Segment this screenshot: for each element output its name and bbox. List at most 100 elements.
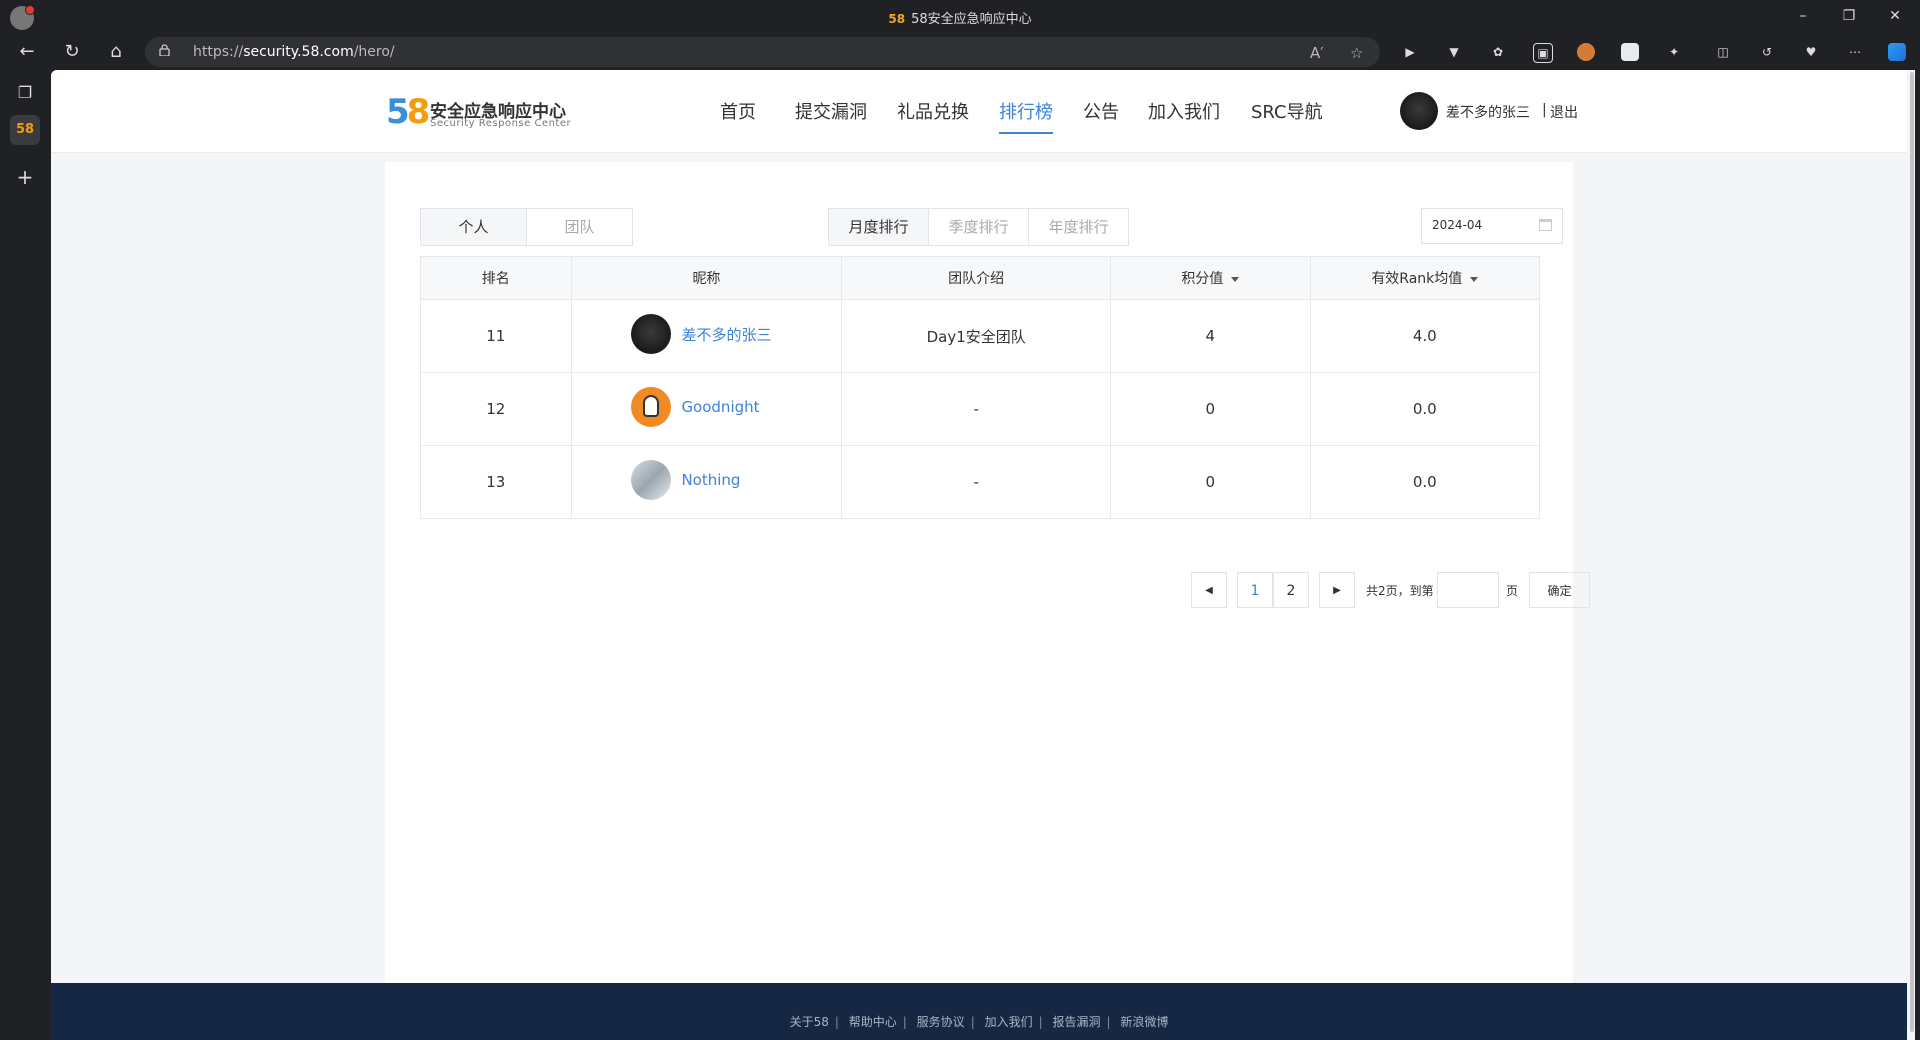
footer-link-about[interactable]: 关于58 bbox=[790, 1015, 829, 1029]
minimize-icon[interactable]: – bbox=[1780, 0, 1826, 34]
favorite-star-icon[interactable]: ☆ bbox=[1350, 44, 1363, 62]
team-cell: - bbox=[841, 372, 1112, 446]
table-row: 12 Goodnight - 0 0.0 bbox=[420, 372, 1541, 446]
nav-announcements[interactable]: 公告 bbox=[1083, 98, 1119, 124]
avatar[interactable] bbox=[1400, 92, 1438, 130]
tab-yearly[interactable]: 年度排行 bbox=[1029, 209, 1128, 245]
logo-subtitle: Security Response Center bbox=[430, 118, 572, 129]
footer-separator: | bbox=[1106, 1015, 1111, 1029]
page-1-button[interactable]: 1 bbox=[1237, 572, 1273, 608]
footer-link-help[interactable]: 帮助中心 bbox=[849, 1015, 897, 1029]
extension-card-icon[interactable] bbox=[1621, 43, 1639, 61]
table-row: 13 Nothing - 0 0.0 bbox=[420, 445, 1541, 519]
next-page-icon[interactable]: ▶ bbox=[1319, 572, 1355, 608]
browser-essentials-icon[interactable]: ♥ bbox=[1802, 43, 1820, 61]
more-menu-icon[interactable]: ⋯ bbox=[1846, 43, 1864, 61]
footer-separator: | bbox=[970, 1015, 975, 1029]
footer-link-join[interactable]: 加入我们 bbox=[985, 1015, 1033, 1029]
nickname-link[interactable]: Nothing bbox=[681, 471, 740, 489]
user-name[interactable]: 差不多的张三 bbox=[1446, 102, 1530, 122]
user-separator: | bbox=[1542, 102, 1547, 118]
nav-home[interactable]: 首页 bbox=[720, 98, 756, 124]
nickname-link[interactable]: 差不多的张三 bbox=[681, 324, 771, 345]
window-title: 58 58安全应急响应中心 bbox=[0, 8, 1920, 27]
browser-title-bar: 58 58安全应急响应中心 – ❐ ✕ bbox=[0, 0, 1920, 34]
nav-active-underline bbox=[999, 132, 1053, 134]
page-scrollbar[interactable] bbox=[1907, 70, 1915, 1040]
close-icon[interactable]: ✕ bbox=[1872, 0, 1918, 34]
restore-icon[interactable]: ❐ bbox=[1826, 0, 1872, 34]
sort-caret-icon[interactable] bbox=[1470, 276, 1479, 282]
ranking-table: 排名 昵称 团队介绍 积分值 有效Rank均值 11 差不多的张三 Day1安全… bbox=[420, 256, 1541, 519]
tab-quarterly[interactable]: 季度排行 bbox=[929, 209, 1029, 245]
tab-title: 58安全应急响应中心 bbox=[911, 12, 1032, 27]
site-footer: 关于58 | 帮助中心 | 服务协议 | 加入我们 | 报告漏洞 | 新浪微博 bbox=[51, 983, 1907, 1040]
extensions-puzzle-icon[interactable]: ✦ bbox=[1665, 43, 1683, 61]
play-icon[interactable]: ▶ bbox=[1401, 43, 1419, 61]
col-team-intro: 团队介绍 bbox=[841, 256, 1112, 300]
team-cell: Day1安全团队 bbox=[841, 299, 1112, 373]
address-bar[interactable]: https://security.58.com/hero/ A′ ☆ bbox=[145, 37, 1380, 67]
active-tab-favicon[interactable]: 58 bbox=[10, 115, 40, 145]
page-2-button[interactable]: 2 bbox=[1273, 572, 1309, 608]
page-viewport: 58 安全应急响应中心 Security Response Center 首页 … bbox=[51, 70, 1915, 1040]
avg-rank-cell: 0.0 bbox=[1309, 372, 1541, 446]
table-header-row: 排名 昵称 团队介绍 积分值 有效Rank均值 bbox=[420, 256, 1541, 300]
vertical-tab-sidebar: ❐ 58 + bbox=[0, 70, 51, 1040]
footer-separator: | bbox=[902, 1015, 907, 1029]
goto-confirm-button[interactable]: 确定 bbox=[1529, 572, 1590, 608]
site-logo[interactable]: 58 安全应急响应中心 Security Response Center bbox=[386, 92, 586, 136]
nav-submit-vuln[interactable]: 提交漏洞 bbox=[795, 98, 867, 124]
avatar[interactable] bbox=[631, 387, 672, 427]
nav-join-us[interactable]: 加入我们 bbox=[1148, 98, 1220, 124]
avg-rank-cell: 4.0 bbox=[1309, 299, 1541, 373]
goto-page-input[interactable] bbox=[1437, 572, 1499, 608]
score-cell: 0 bbox=[1110, 372, 1311, 446]
scrollbar-thumb[interactable] bbox=[1910, 72, 1914, 1032]
total-pages-text: 共2页，到第 bbox=[1366, 584, 1434, 598]
extension-gear-icon[interactable]: ✿ bbox=[1489, 43, 1507, 61]
extension-face-icon[interactable] bbox=[1577, 43, 1595, 61]
nav-gift-exchange[interactable]: 礼品兑换 bbox=[897, 98, 969, 124]
nav-src-navigation[interactable]: SRC导航 bbox=[1251, 98, 1323, 124]
tab-monthly[interactable]: 月度排行 bbox=[829, 209, 929, 245]
tab-personal[interactable]: 个人 bbox=[421, 209, 527, 245]
rank-cell: 11 bbox=[420, 299, 572, 373]
tab-team[interactable]: 团队 bbox=[527, 209, 632, 245]
page-suffix: 页 bbox=[1506, 584, 1519, 598]
extension-robot-icon[interactable]: ▣ bbox=[1533, 43, 1553, 63]
month-value: 2024-04 bbox=[1432, 218, 1483, 232]
nav-leaderboard[interactable]: 排行榜 bbox=[999, 98, 1053, 124]
tab-actions-icon[interactable]: ❐ bbox=[10, 78, 40, 108]
copilot-icon[interactable] bbox=[1888, 43, 1906, 61]
avg-rank-cell: 0.0 bbox=[1309, 445, 1541, 519]
col-rank: 排名 bbox=[420, 256, 572, 300]
sort-caret-icon[interactable] bbox=[1231, 276, 1240, 282]
score-cell: 4 bbox=[1110, 299, 1311, 373]
nickname-cell: Goodnight bbox=[570, 372, 843, 446]
site-header: 58 安全应急响应中心 Security Response Center 首页 … bbox=[51, 70, 1907, 153]
back-icon[interactable]: ← bbox=[13, 38, 41, 66]
read-aloud-icon[interactable]: A′ bbox=[1310, 44, 1324, 62]
avatar[interactable] bbox=[631, 460, 672, 500]
table-row: 11 差不多的张三 Day1安全团队 4 4.0 bbox=[420, 299, 1541, 373]
col-score[interactable]: 积分值 bbox=[1110, 256, 1311, 300]
logout-link[interactable]: 退出 bbox=[1550, 102, 1578, 122]
month-picker[interactable]: 2024-04 bbox=[1421, 208, 1563, 244]
footer-link-weibo[interactable]: 新浪微博 bbox=[1120, 1015, 1168, 1029]
avatar[interactable] bbox=[631, 314, 672, 354]
nickname-cell: 差不多的张三 bbox=[570, 299, 843, 373]
home-icon[interactable]: ⌂ bbox=[102, 38, 130, 66]
reload-icon[interactable]: ↻ bbox=[58, 38, 86, 66]
footer-link-report[interactable]: 报告漏洞 bbox=[1052, 1015, 1100, 1029]
footer-separator: | bbox=[834, 1015, 839, 1029]
browser-toolbar: ← ↻ ⌂ https://security.58.com/hero/ A′ ☆… bbox=[0, 34, 1920, 70]
footer-link-terms[interactable]: 服务协议 bbox=[917, 1015, 965, 1029]
nickname-link[interactable]: Goodnight bbox=[681, 398, 759, 416]
history-icon[interactable]: ↺ bbox=[1758, 43, 1776, 61]
col-avg-rank[interactable]: 有效Rank均值 bbox=[1309, 256, 1541, 300]
new-tab-icon[interactable]: + bbox=[10, 162, 40, 192]
prev-page-icon[interactable]: ◀ bbox=[1191, 572, 1227, 608]
split-screen-icon[interactable]: ◫ bbox=[1714, 43, 1732, 61]
extension-v-icon[interactable]: ▼ bbox=[1445, 43, 1463, 61]
